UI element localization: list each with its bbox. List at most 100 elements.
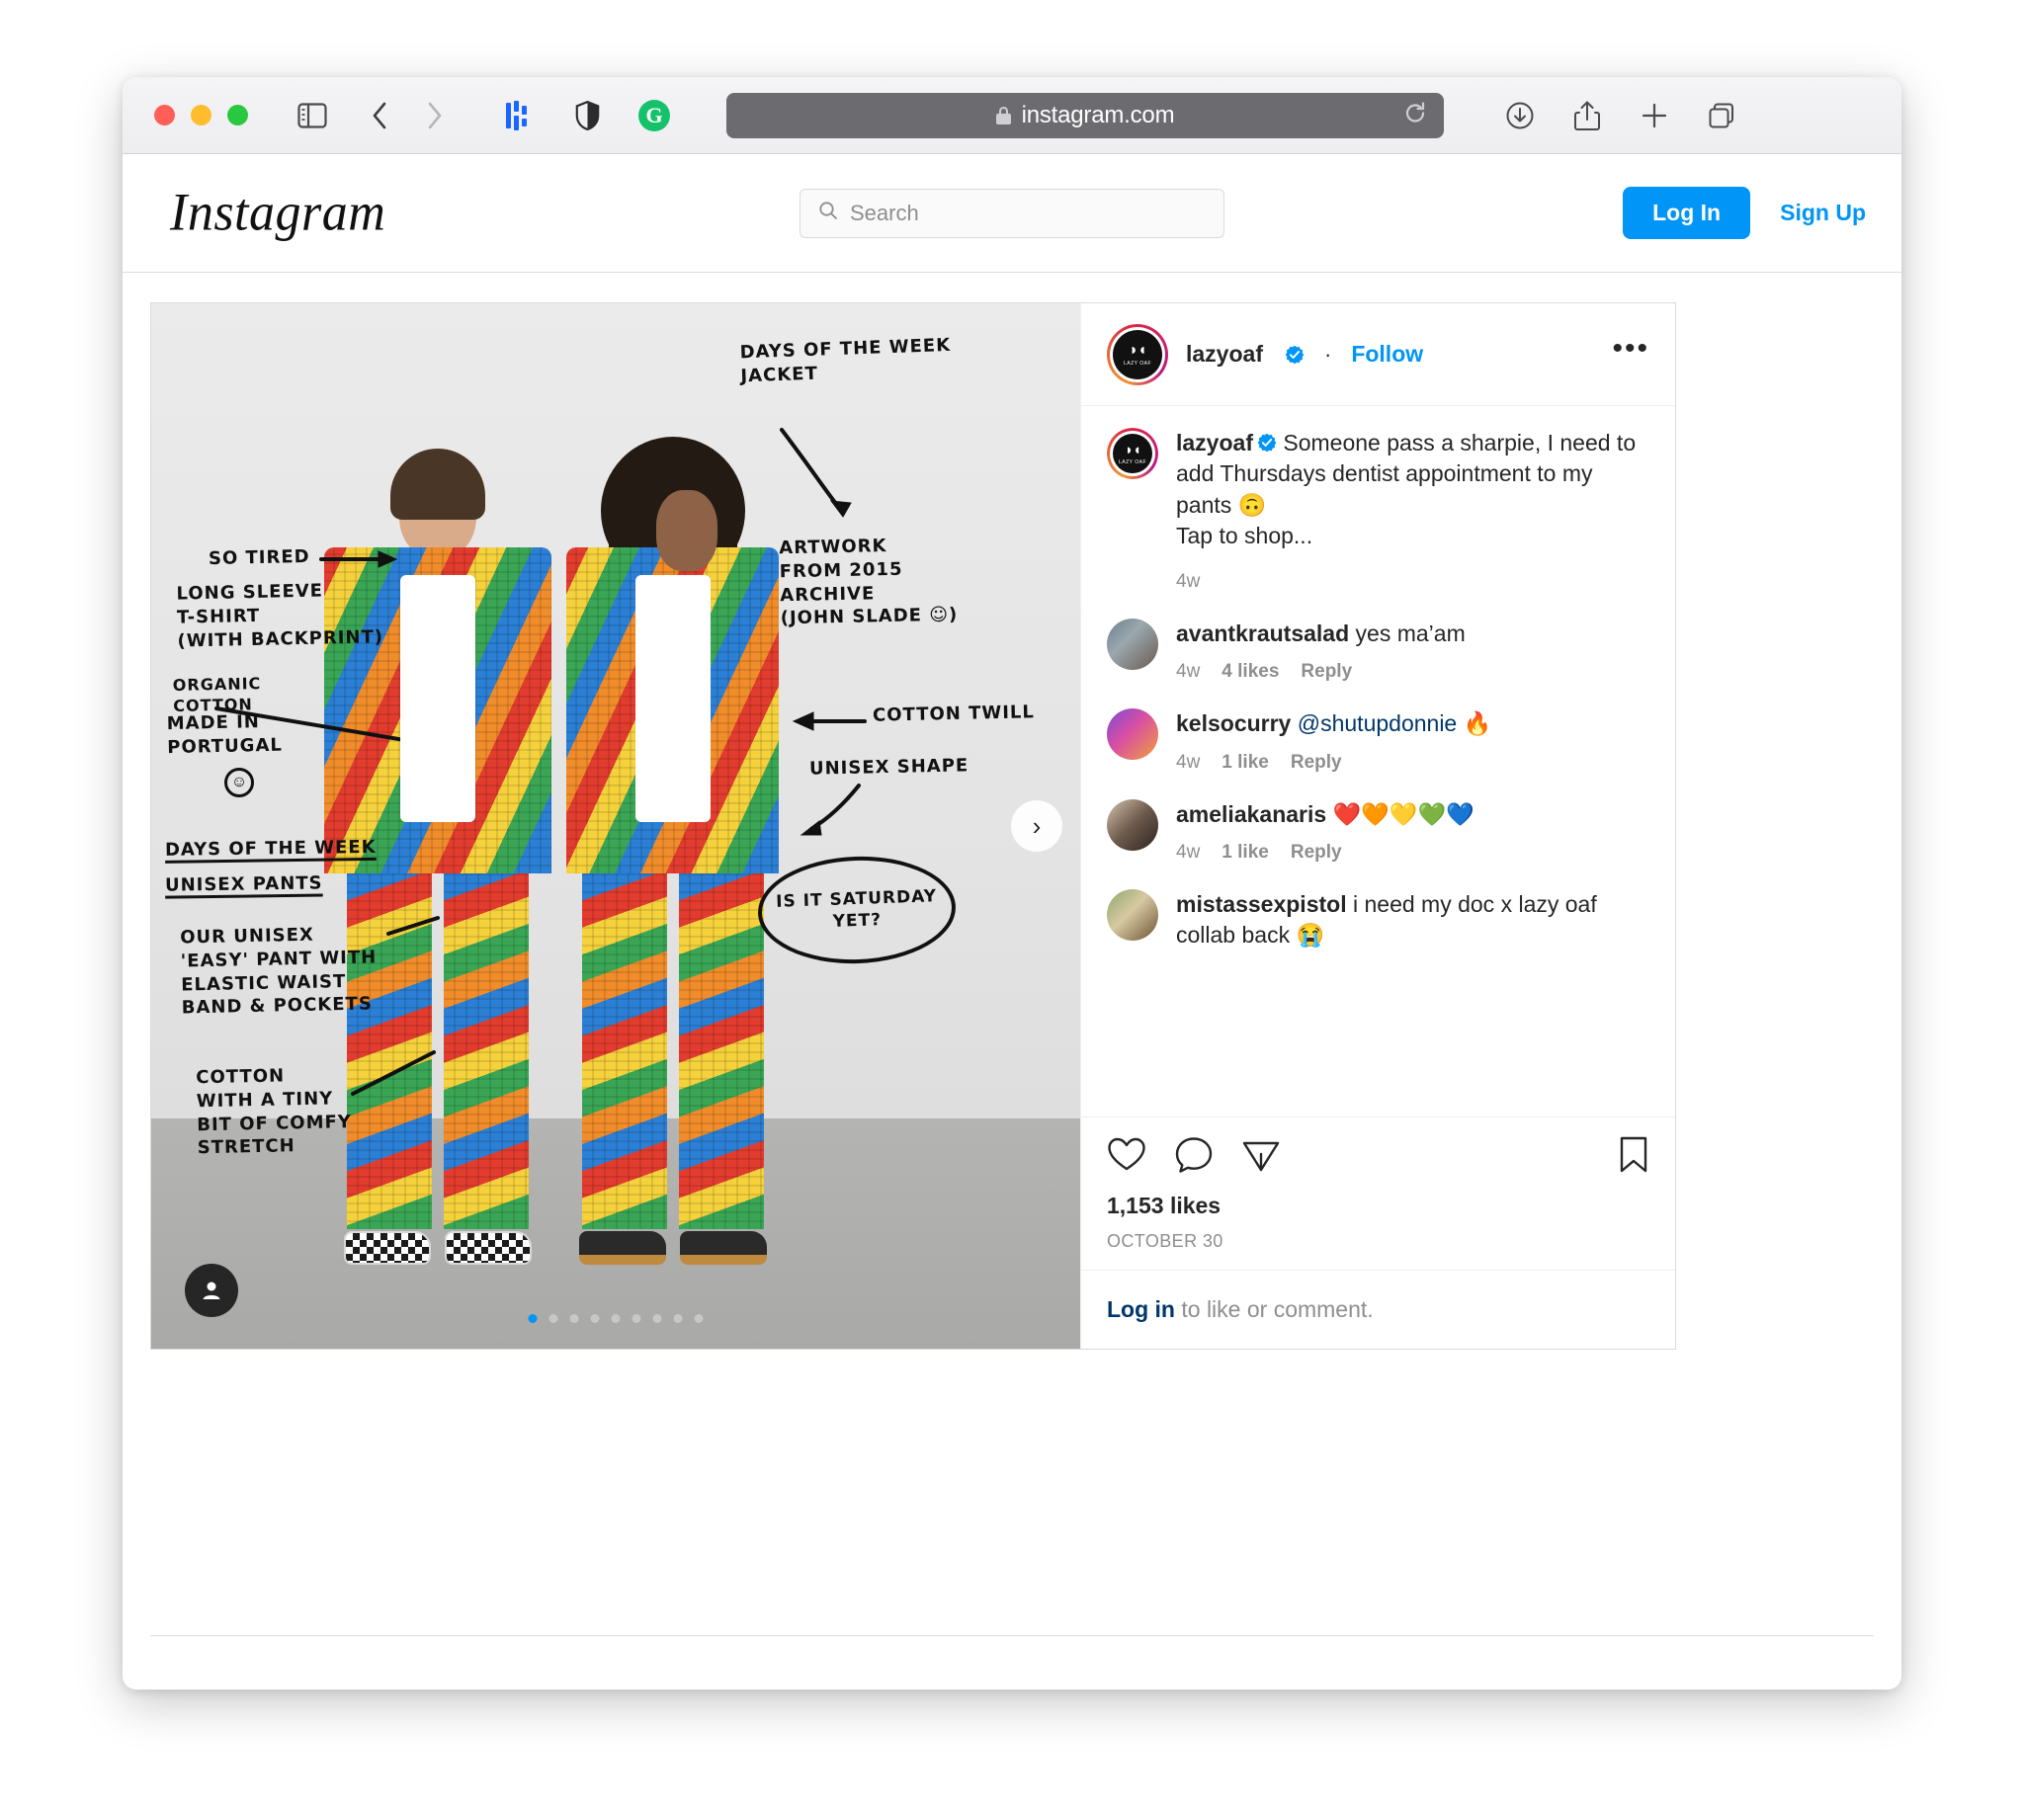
sidebar-icon[interactable] <box>292 95 333 136</box>
browser-window: G instagram.com Instagram Search Log In … <box>123 77 1901 1690</box>
comment-username[interactable]: kelsocurry <box>1176 710 1291 736</box>
likes-count[interactable]: 1,153 likes <box>1107 1193 1649 1219</box>
model-right-tshirt <box>634 575 711 823</box>
post-caption: ◗◖ LAZY OAF lazyoaf Someone pass a sharp… <box>1107 428 1649 593</box>
annotation-so-tired: SO TIRED <box>208 545 310 570</box>
header-separator: · <box>1323 341 1332 367</box>
close-window-button[interactable] <box>154 105 175 125</box>
model-left-head <box>390 449 485 558</box>
comment-avatar[interactable] <box>1107 708 1158 761</box>
comment-text: 🔥 <box>1457 710 1492 737</box>
annotation-pants-title-1: DAYS OF THE WEEK <box>164 836 377 861</box>
comment-avatar[interactable] <box>1107 798 1158 851</box>
model-right-jacket <box>566 547 779 874</box>
comment-username[interactable]: mistassexpistol <box>1176 891 1347 917</box>
navbar-auth-group: Log In Sign Up <box>1623 187 1866 239</box>
carousel-next-button[interactable]: › <box>1011 800 1062 852</box>
share-icon[interactable] <box>1566 95 1608 136</box>
comment-mention[interactable]: @shutupdonnie <box>1298 710 1457 736</box>
caption-text-block: lazyoaf Someone pass a sharpie, I need t… <box>1176 428 1649 551</box>
model-right-head <box>600 437 745 631</box>
comments-list[interactable]: ◗◖ LAZY OAF lazyoaf Someone pass a sharp… <box>1081 406 1675 1117</box>
back-icon[interactable] <box>359 95 400 136</box>
model-right-shoes <box>566 1231 779 1266</box>
like-icon[interactable] <box>1107 1135 1146 1175</box>
instagram-navbar: Instagram Search Log In Sign Up <box>123 154 1901 273</box>
caption-second-line: Tap to shop... <box>1176 522 1313 548</box>
avatar-eyes: ◗◖ <box>1129 341 1146 359</box>
caption-username[interactable]: lazyoaf <box>1176 430 1253 455</box>
chevron-right-icon: › <box>1032 811 1042 841</box>
new-tab-icon[interactable] <box>1634 95 1675 136</box>
annotation-smiley-icon: ☺ <box>224 768 254 797</box>
annotation-arrow-cotton-twill <box>792 711 867 731</box>
annotation-dash-easy-pant <box>386 916 440 936</box>
tab-overview-icon[interactable] <box>1701 95 1742 136</box>
login-button[interactable]: Log In <box>1623 187 1751 239</box>
comment-reply-button[interactable]: Reply <box>1301 661 1352 683</box>
honey-glyph <box>506 100 534 130</box>
author-avatar-ring[interactable]: ◗◖ LAZY OAF <box>1107 323 1168 385</box>
author-username[interactable]: lazyoaf <box>1186 341 1263 368</box>
annotation-artwork-archive: ARTWORK FROM 2015 ARCHIVE (JOHN SLADE ☺) <box>779 536 959 629</box>
shield-extension-icon[interactable] <box>566 95 608 136</box>
comment-time: 4w <box>1176 661 1201 683</box>
model-right <box>566 437 779 1266</box>
forward-icon[interactable] <box>414 95 456 136</box>
comment-reply-button[interactable]: Reply <box>1291 842 1342 864</box>
search-input[interactable]: Search <box>800 188 1224 238</box>
save-icon[interactable] <box>1618 1135 1649 1175</box>
comment-item: avantkrautsalad yes ma’am 4w 4 likes Rep… <box>1107 619 1649 683</box>
desktop-background: G instagram.com Instagram Search Log In … <box>0 0 2022 1820</box>
post-author-header: ◗◖ LAZY OAF lazyoaf · Follow ••• <box>1081 303 1675 406</box>
comment-username[interactable]: ameliakanaris <box>1176 801 1326 827</box>
signup-button[interactable]: Sign Up <box>1780 200 1866 226</box>
comment-username[interactable]: avantkrautsalad <box>1176 620 1349 646</box>
carousel-dots <box>528 1314 704 1323</box>
post-options-button[interactable]: ••• <box>1612 333 1649 367</box>
comment-text: yes ma’am <box>1355 620 1466 647</box>
model-right-pants <box>566 873 779 1230</box>
address-bar[interactable]: instagram.com <box>726 92 1444 138</box>
comment-icon[interactable] <box>1174 1135 1214 1175</box>
annotation-easy-pant: OUR UNISEX 'EASY' PANT WITH ELASTIC WAIS… <box>180 924 378 1019</box>
post-actions-bar: 1,153 likes OCTOBER 30 <box>1081 1117 1675 1270</box>
annotation-made-in-portugal: MADE IN PORTUGAL <box>166 711 284 758</box>
annotation-pants-title-2: UNISEX PANTS <box>164 872 323 896</box>
verified-badge-icon <box>1285 345 1305 365</box>
honey-extension-icon[interactable] <box>499 95 541 136</box>
share-post-icon[interactable] <box>1241 1135 1281 1175</box>
login-prompt-bar: Log in to like or comment. <box>1081 1270 1675 1349</box>
comment-avatar[interactable] <box>1107 888 1158 941</box>
annotation-jacket-title: DAYS OF THE WEEK JACKET <box>739 334 952 387</box>
annotation-long-sleeve: LONG SLEEVE T-SHIRT (WITH BACKPRINT) <box>176 580 384 652</box>
comment-likes[interactable]: 4 likes <box>1222 661 1279 683</box>
annotation-arrow-so-tired <box>319 550 398 568</box>
comment-likes[interactable]: 1 like <box>1222 752 1269 774</box>
comment-avatar[interactable] <box>1107 619 1158 671</box>
caption-verified-icon <box>1257 430 1277 453</box>
follow-button[interactable]: Follow <box>1351 341 1423 368</box>
comment-reply-button[interactable]: Reply <box>1291 752 1342 774</box>
downloads-icon[interactable] <box>1499 95 1541 136</box>
reload-icon[interactable] <box>1402 100 1428 130</box>
caption-avatar-text: LAZY OAF <box>1118 458 1147 465</box>
comment-likes[interactable]: 1 like <box>1222 842 1269 864</box>
comment-time: 4w <box>1176 751 1201 773</box>
login-link[interactable]: Log in <box>1107 1296 1175 1322</box>
instagram-logo[interactable]: Instagram <box>170 183 385 243</box>
annotation-unisex-shape: UNISEX SHAPE <box>808 755 969 780</box>
grammarly-glyph: G <box>638 99 670 131</box>
grammarly-extension-icon[interactable]: G <box>633 95 675 136</box>
annotation-cotton-stretch: COTTON WITH A TINY BIT OF COMFY STRETCH <box>196 1065 353 1159</box>
avatar: ◗◖ LAZY OAF <box>1113 329 1162 379</box>
maximize-window-button[interactable] <box>227 105 248 125</box>
annotation-cotton-twill: COTTON TWILL <box>872 702 1036 726</box>
model-left-tshirt <box>400 575 475 823</box>
tagged-people-badge[interactable] <box>185 1264 238 1317</box>
caption-avatar-eyes: ◗◖ <box>1124 441 1141 458</box>
post-image[interactable]: DAYS OF THE WEEK JACKET SO TIRED LONG SL… <box>151 303 1080 1349</box>
minimize-window-button[interactable] <box>191 105 211 125</box>
caption-avatar[interactable]: ◗◖ LAZY OAF <box>1107 428 1158 479</box>
annotation-arrow-jacket <box>780 428 852 518</box>
